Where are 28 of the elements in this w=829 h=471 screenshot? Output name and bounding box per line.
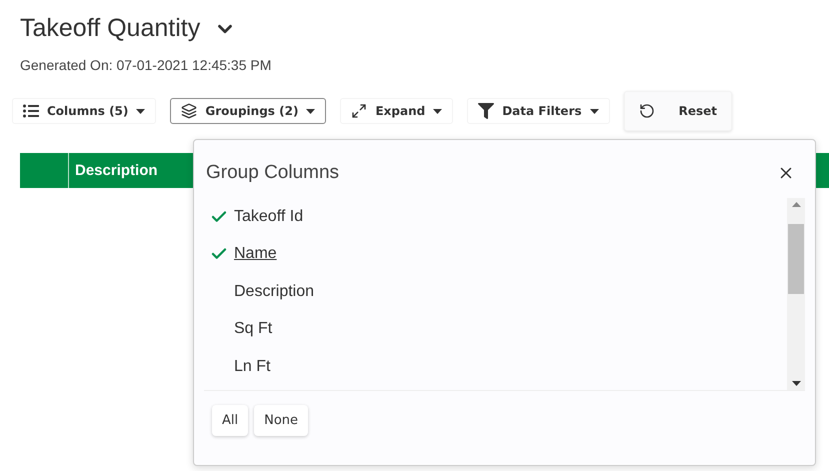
reset-icon [638,103,655,119]
group-column-item[interactable]: Name [200,236,787,273]
filter-icon [478,103,494,119]
toolbar-button[interactable]: Expand [340,98,454,124]
scroll-down-icon[interactable] [792,381,800,386]
group-column-item[interactable]: Sq Ft [200,310,787,348]
select-button[interactable]: All [212,405,248,436]
popup-title: Group Columns [206,162,340,184]
caret-icon [136,108,146,114]
column-header[interactable]: Description [69,153,164,188]
toolbar-button[interactable]: Groupings (2) [170,98,326,124]
report-title: Takeoff Quantity [20,14,200,43]
caret-icon [306,108,316,114]
caret-icon [433,108,442,114]
scroll-up-icon[interactable] [792,202,800,207]
groupings-icon [181,103,198,119]
columns-icon [23,103,39,119]
generated-date: Generated On: 07-01-2021 12:45:35 PM [20,57,272,73]
scrollbar[interactable] [787,198,805,390]
group-column-item[interactable]: Ln Ft [200,348,787,386]
caret-icon [590,108,599,114]
toolbar-button[interactable]: Data Filters [467,98,610,124]
group-column-item[interactable]: Takeoff Id [200,198,787,236]
toolbar-button[interactable]: Columns (5) [12,98,156,124]
select-button[interactable]: None [254,405,308,436]
expand-icon [351,103,368,119]
toolbar-button[interactable]: Reset [624,91,732,131]
group-column-item[interactable]: Description [200,273,787,310]
